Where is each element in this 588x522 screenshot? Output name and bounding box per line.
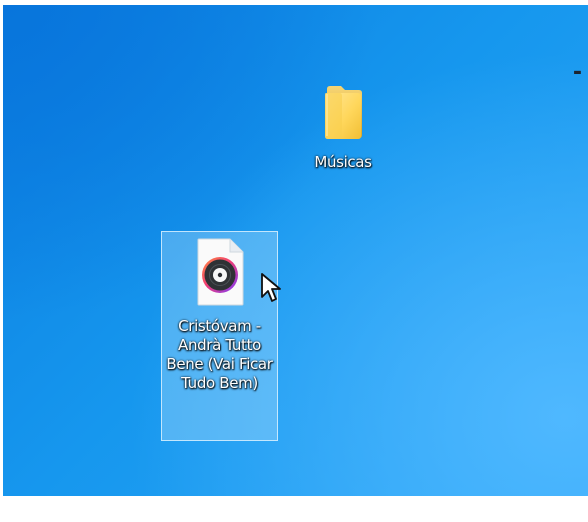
desktop[interactable]: - Músicas Cristóvam - Andrà Tutto Bene (… (3, 5, 588, 496)
desktop-icon-musicas[interactable]: Músicas (302, 78, 384, 184)
music-file-icon (197, 238, 243, 306)
desktop-icon-audio-file[interactable]: Cristóvam - Andrà Tutto Bene (Vai Ficar … (161, 231, 278, 441)
folder-icon (325, 86, 362, 139)
top-right-dash: - (572, 60, 582, 85)
mouse-pointer-icon (261, 273, 281, 302)
desktop-icon-label: Cristóvam - Andrà Tutto Bene (Vai Ficar … (166, 317, 273, 392)
desktop-icon-label: Músicas (314, 153, 372, 171)
screen-capture: - Músicas Cristóvam - Andrà Tutto Bene (… (0, 0, 588, 522)
